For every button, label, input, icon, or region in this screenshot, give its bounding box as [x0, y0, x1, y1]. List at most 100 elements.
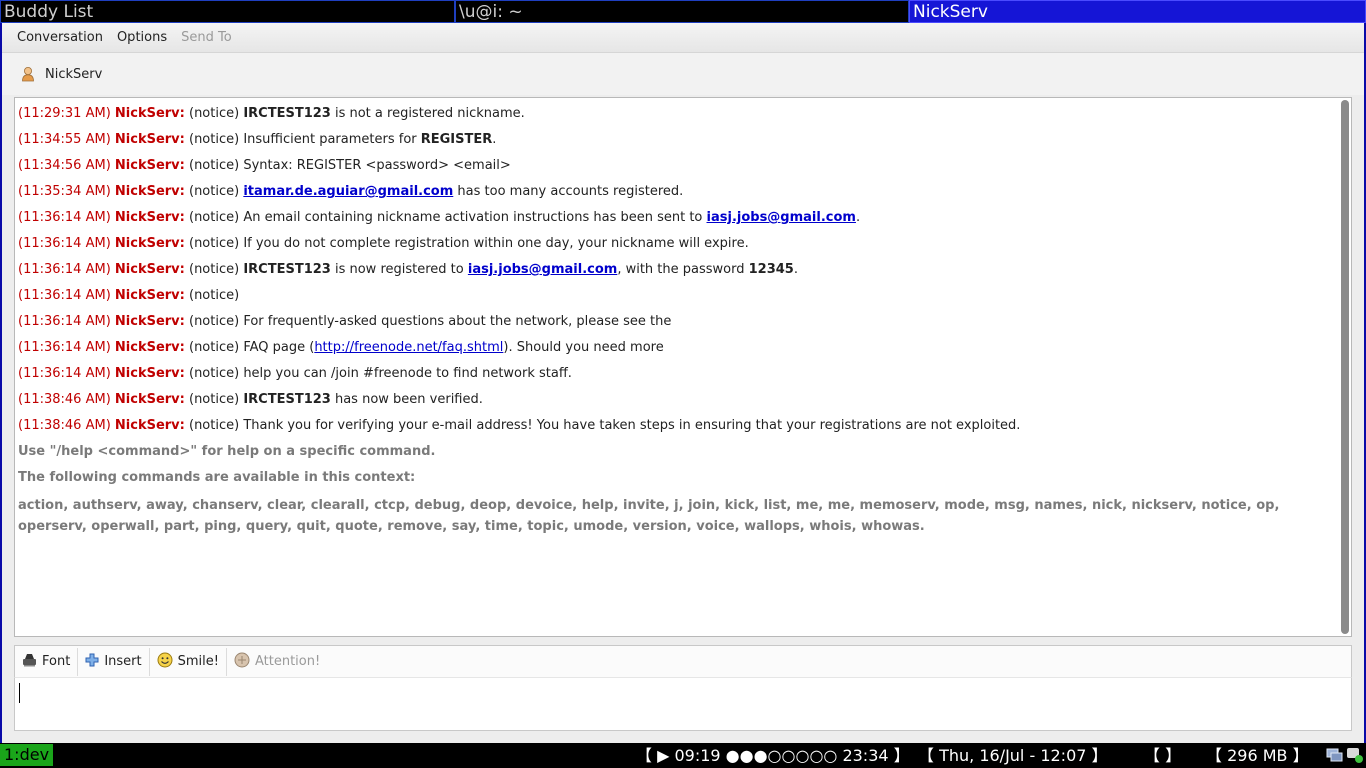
message-text: If you do not complete registration with…: [239, 236, 749, 251]
message-sender[interactable]: NickServ:: [115, 106, 185, 121]
message-text: ). Should you need more: [503, 340, 664, 355]
message-type: (notice): [184, 340, 240, 355]
message-sender[interactable]: NickServ:: [115, 366, 185, 381]
message-line: (11:36:14 AM) NickServ: (notice): [18, 283, 1335, 309]
conversation-window: Conversation Options Send To NickServ (1…: [0, 23, 1366, 743]
message-timestamp: (11:38:46 AM): [18, 418, 115, 433]
menu-send-to: Send To: [181, 30, 232, 45]
message-text: , with the password: [617, 262, 749, 277]
message-link[interactable]: itamar.de.aguiar@gmail.com: [243, 184, 453, 199]
menu-options[interactable]: Options: [110, 30, 174, 45]
log-scrollbar[interactable]: [1341, 100, 1349, 634]
message-text: .: [855, 210, 861, 225]
status-bar: 1:dev 【 ▶ 09:19 ●●●○○○○○ 23:34 】 【 Thu, …: [0, 743, 1366, 768]
message-line: (11:36:14 AM) NickServ: (notice) If you …: [18, 231, 1335, 257]
message-text: has too many accounts registered.: [453, 184, 684, 199]
message-sender[interactable]: NickServ:: [115, 262, 185, 277]
media-status: 【 ▶ 09:19 ●●●○○○○○ 23:34 】: [636, 746, 910, 765]
message-type: (notice): [184, 158, 240, 173]
message-text: An email containing nickname activation …: [239, 210, 707, 225]
message-sender[interactable]: NickServ:: [115, 210, 185, 225]
message-timestamp: (11:36:14 AM): [18, 340, 115, 355]
message-type: (notice): [184, 106, 240, 121]
message-type: (notice): [184, 236, 240, 251]
conversation-nick: NickServ: [45, 66, 103, 82]
message-link[interactable]: iasj.jobs@gmail.com: [707, 210, 856, 225]
message-text: is now registered to: [330, 262, 468, 277]
message-list: (11:29:31 AM) NickServ: (notice) IRCTEST…: [18, 101, 1335, 439]
message-line: (11:38:46 AM) NickServ: (notice) Thank y…: [18, 413, 1335, 439]
message-line: (11:36:14 AM) NickServ: (notice) An emai…: [18, 205, 1335, 231]
message-sender[interactable]: NickServ:: [115, 132, 185, 147]
message-type: (notice): [184, 418, 240, 433]
attention-label: Attention!: [254, 654, 321, 669]
font-button[interactable]: Font: [15, 647, 79, 676]
message-text: .: [492, 132, 497, 147]
message-type: (notice): [184, 262, 240, 277]
network-icon[interactable]: [1326, 746, 1344, 768]
message-timestamp: (11:36:14 AM): [18, 288, 115, 303]
message-text: .: [793, 262, 798, 277]
plus-icon: [85, 653, 104, 671]
message-type: (notice): [184, 288, 240, 303]
message-type: (notice): [184, 314, 240, 329]
insert-button[interactable]: Insert: [78, 647, 150, 676]
window-title-terminal[interactable]: \u@i: ~: [455, 0, 909, 23]
window-title-buddy-list[interactable]: Buddy List: [0, 0, 455, 23]
message-line: (11:36:14 AM) NickServ: (notice) For fre…: [18, 309, 1335, 335]
message-sender[interactable]: NickServ:: [115, 184, 185, 199]
message-input[interactable]: [14, 677, 1352, 731]
message-line: (11:34:56 AM) NickServ: (notice) Syntax:…: [18, 153, 1335, 179]
message-sender[interactable]: NickServ:: [115, 158, 185, 173]
message-sender[interactable]: NickServ:: [115, 236, 185, 251]
message-timestamp: (11:36:14 AM): [18, 366, 115, 381]
message-timestamp: (11:36:14 AM): [18, 236, 115, 251]
message-text: Syntax: REGISTER <password> <email>: [239, 158, 511, 173]
message-log[interactable]: (11:29:31 AM) NickServ: (notice) IRCTEST…: [14, 97, 1352, 637]
chat-status-icon[interactable]: [1346, 746, 1364, 768]
message-sender[interactable]: NickServ:: [115, 392, 185, 407]
message-timestamp: (11:36:14 AM): [18, 314, 115, 329]
message-timestamp: (11:35:34 AM): [18, 184, 115, 199]
message-type: (notice): [184, 132, 240, 147]
attention-button: Attention!: [227, 648, 327, 676]
font-label: Font: [42, 654, 71, 669]
message-text: For frequently-asked questions about the…: [239, 314, 672, 329]
font-icon: [22, 653, 42, 671]
message-timestamp: (11:36:14 AM): [18, 210, 115, 225]
system-tray: [1326, 746, 1364, 768]
menu-conversation[interactable]: Conversation: [10, 30, 110, 45]
message-line: (11:38:46 AM) NickServ: (notice) IRCTEST…: [18, 387, 1335, 413]
empty-status: 【 】: [1144, 746, 1182, 765]
smile-label: Smile!: [177, 654, 219, 669]
available-commands-header: The following commands are available in …: [18, 470, 416, 485]
message-text: Insufficient parameters for: [239, 132, 421, 147]
message-line: (11:29:31 AM) NickServ: (notice) IRCTEST…: [18, 101, 1335, 127]
message-sender[interactable]: NickServ:: [115, 418, 185, 433]
message-text: IRCTEST123: [243, 392, 331, 407]
message-link[interactable]: http://freenode.net/faq.shtml: [314, 340, 503, 355]
window-title-active[interactable]: NickServ: [909, 0, 1366, 23]
smile-button[interactable]: Smile!: [150, 647, 227, 676]
smiley-icon: [157, 652, 178, 672]
attention-icon: [234, 652, 255, 672]
message-text: has now been verified.: [330, 392, 483, 407]
message-text: IRCTEST123: [243, 106, 331, 121]
workspace-indicator[interactable]: 1:dev: [0, 744, 54, 766]
person-icon: [20, 66, 36, 82]
text-caret: [19, 683, 20, 703]
message-sender[interactable]: NickServ:: [115, 314, 185, 329]
message-sender[interactable]: NickServ:: [115, 340, 185, 355]
message-timestamp: (11:38:46 AM): [18, 392, 115, 407]
memory-status: 【 296 MB 】: [1206, 746, 1309, 765]
message-link[interactable]: iasj.jobs@gmail.com: [468, 262, 617, 277]
message-line: (11:36:14 AM) NickServ: (notice) FAQ pag…: [18, 335, 1335, 361]
available-commands-list: action, authserv, away, chanserv, clear,…: [18, 498, 1280, 534]
message-line: (11:35:34 AM) NickServ: (notice) itamar.…: [18, 179, 1335, 205]
message-type: (notice): [184, 392, 240, 407]
message-text: REGISTER: [420, 132, 493, 147]
message-timestamp: (11:34:55 AM): [18, 132, 115, 147]
message-text: IRCTEST123: [243, 262, 331, 277]
insert-label: Insert: [104, 654, 142, 669]
message-sender[interactable]: NickServ:: [115, 288, 185, 303]
